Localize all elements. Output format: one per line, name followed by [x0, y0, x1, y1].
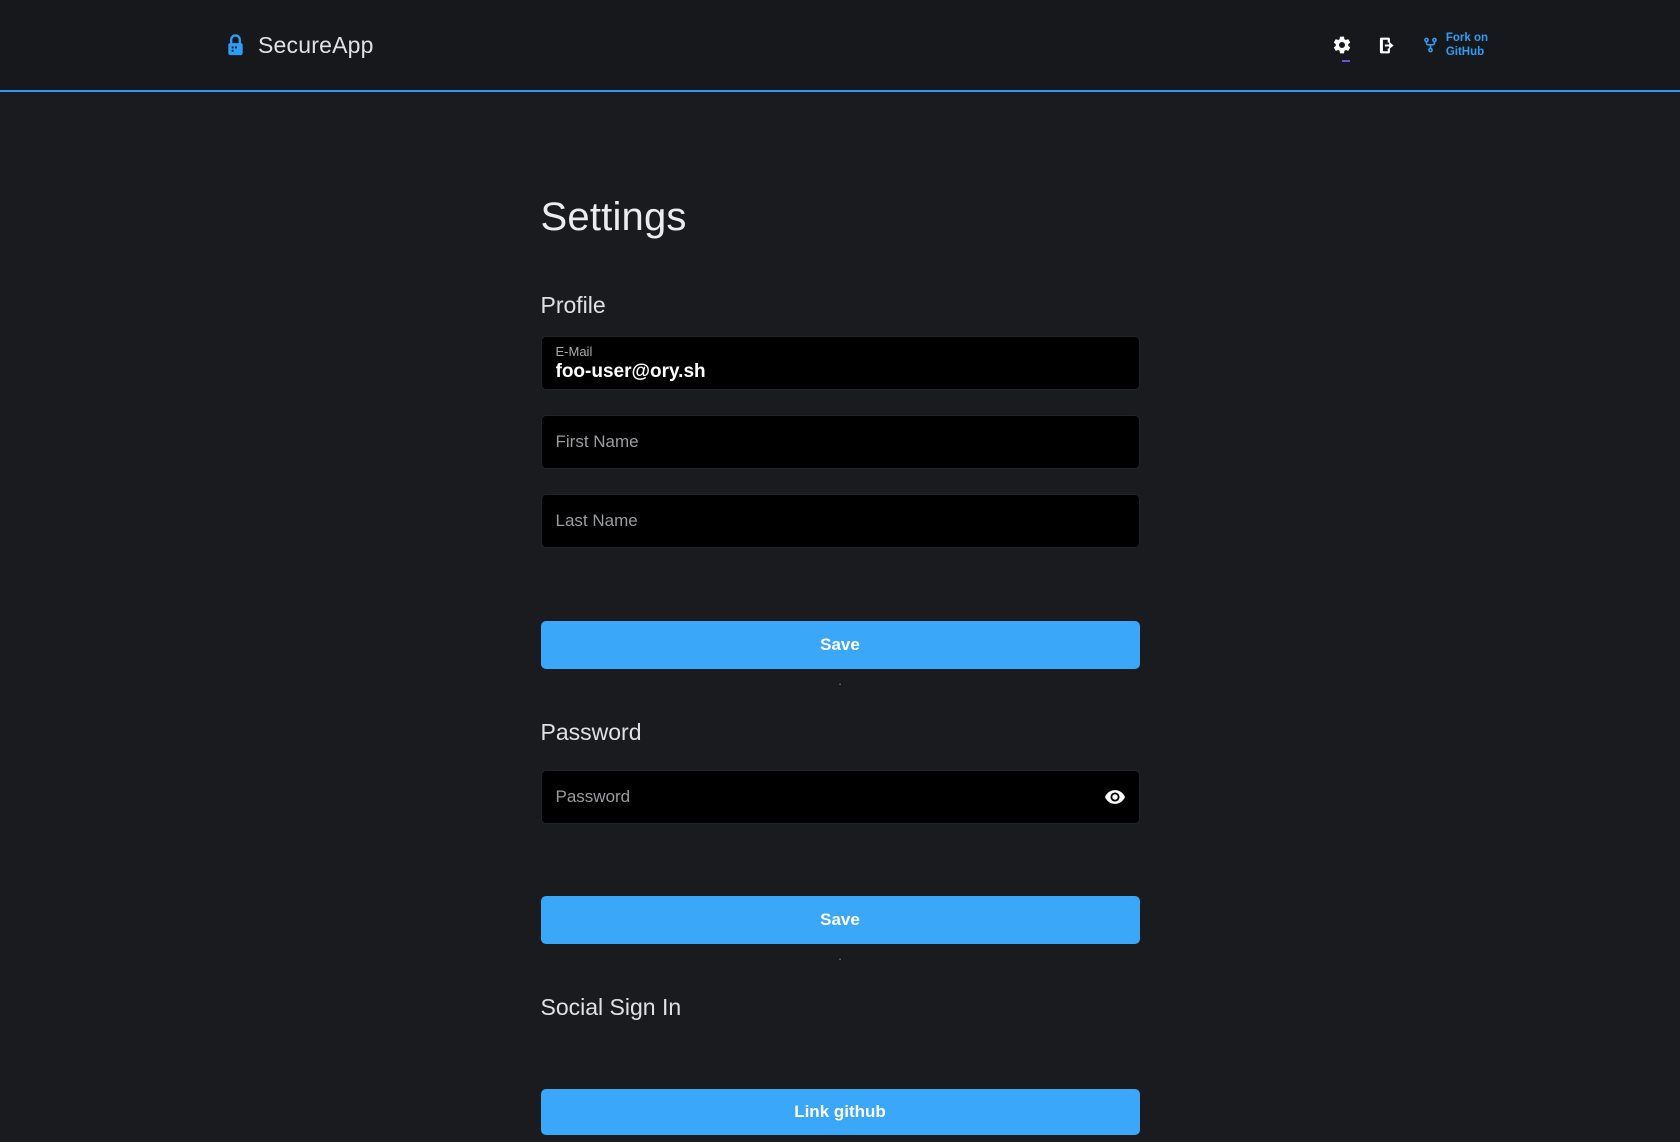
navbar: SecureApp	[0, 0, 1680, 92]
social-sign-in-heading: Social Sign In	[541, 994, 1140, 1020]
fork-on-github-link[interactable]: Fork on GitHub	[1422, 31, 1488, 60]
email-input[interactable]	[556, 360, 1125, 383]
lock-icon	[224, 32, 247, 59]
logout-icon	[1377, 35, 1397, 56]
purple-underscore	[1342, 60, 1350, 62]
profile-divider-dot: .	[541, 673, 1140, 689]
password-input[interactable]	[542, 771, 1139, 823]
logout-button[interactable]	[1377, 35, 1397, 56]
last-name-field[interactable]	[541, 494, 1140, 548]
settings-page: Settings Profile E-Mail Save . Password …	[541, 193, 1140, 1135]
gear-icon	[1332, 35, 1352, 55]
fork-link-label: Fork on GitHub	[1446, 31, 1488, 60]
app-logo: SecureApp	[224, 32, 374, 59]
profile-heading: Profile	[541, 292, 1140, 318]
profile-save-button[interactable]: Save	[541, 621, 1140, 669]
navbar-actions: Fork on GitHub	[1332, 31, 1488, 60]
email-field-label: E-Mail	[556, 344, 1125, 360]
first-name-input[interactable]	[542, 416, 1139, 468]
password-divider-dot: .	[541, 948, 1140, 964]
eye-icon	[1105, 790, 1125, 804]
page-title: Settings	[541, 193, 1140, 241]
app-title: SecureApp	[258, 32, 374, 59]
password-save-button[interactable]: Save	[541, 896, 1140, 944]
link-github-button[interactable]: Link github	[541, 1089, 1140, 1135]
toggle-password-visibility-button[interactable]	[1105, 790, 1125, 804]
first-name-field[interactable]	[541, 415, 1140, 469]
email-field[interactable]: E-Mail	[541, 336, 1140, 390]
password-field[interactable]	[541, 770, 1140, 824]
last-name-input[interactable]	[542, 495, 1139, 547]
git-fork-icon	[1422, 34, 1439, 56]
password-heading: Password	[541, 719, 1140, 745]
settings-button[interactable]	[1332, 35, 1352, 55]
